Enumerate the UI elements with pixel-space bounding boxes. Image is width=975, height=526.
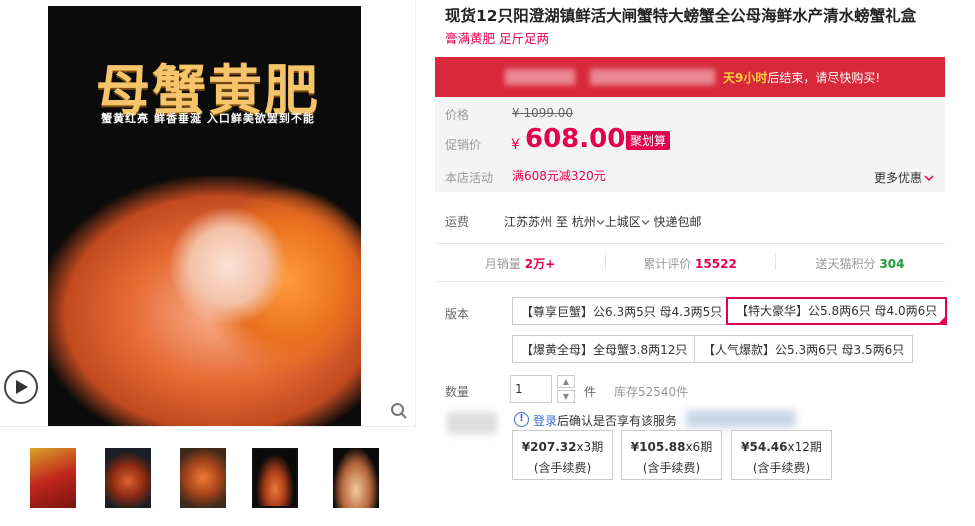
thumbnail-3[interactable]: [180, 448, 226, 508]
quantity-decrease-button[interactable]: ▼: [557, 390, 575, 403]
shipping-note: 快递包邮: [653, 215, 702, 229]
stock-count: 库存52540件: [614, 385, 689, 399]
blurred-label: [447, 412, 497, 434]
installment-option-3[interactable]: ¥207.32x3期 (含手续费): [512, 430, 613, 480]
thumbnail-strip: [0, 440, 415, 526]
quantity-input[interactable]: [510, 375, 552, 403]
version-option-1[interactable]: 【尊享巨蟹】公6.3两5只 母4.3两5只: [512, 297, 732, 325]
shipping-label: 运费: [445, 215, 470, 229]
blurred-service: [686, 410, 796, 428]
product-title: 现货12只阳澄湖镇鲜活大闸蟹特大螃蟹全公母海鲜水产清水螃蟹礼盒: [445, 7, 917, 25]
version-option-3[interactable]: 【爆黄全母】全母蟹3.8两12只: [512, 335, 697, 363]
shop-activity-label: 本店活动: [445, 171, 494, 185]
promo-countdown: 天9小时: [723, 71, 768, 85]
service-notice: 登录后确认是否享有该服务: [533, 414, 678, 428]
image-subtitle-art: 蟹黄红亮 鲜香垂涎 入口鲜美欲罢到不能: [101, 112, 315, 125]
selected-check-icon: [937, 315, 948, 325]
product-subtitle: 膏满黄肥 足斤足两: [445, 31, 549, 46]
currency-symbol: ¥: [511, 137, 520, 153]
chevron-down-icon: [924, 175, 934, 182]
info-icon: !: [514, 412, 529, 427]
promo-countdown-bar: 天9小时后结束，请尽快购买!: [435, 57, 945, 97]
installment-option-6[interactable]: ¥105.88x6期 (含手续费): [621, 430, 722, 480]
juhuasuan-badge: 聚划算: [626, 131, 671, 150]
tmall-points: 送天猫积分 304: [815, 257, 905, 271]
ship-to-word: 至: [555, 215, 568, 229]
quantity-unit: 件: [584, 385, 597, 399]
promo-message: 天9小时后结束，请尽快购买!: [723, 69, 880, 86]
price-label: 价格: [445, 108, 470, 122]
quantity-label: 数量: [445, 385, 470, 399]
login-link[interactable]: 登录: [533, 414, 557, 428]
play-video-button[interactable]: [4, 370, 38, 404]
version-label: 版本: [445, 307, 470, 321]
main-product-image[interactable]: 母蟹黄肥 蟹黄红亮 鲜香垂涎 入口鲜美欲罢到不能: [48, 6, 361, 426]
more-offers-link[interactable]: 更多优惠: [874, 169, 934, 186]
promo-price-label: 促销价: [445, 138, 482, 152]
ship-district-select[interactable]: 上城区: [605, 215, 650, 229]
price-box: 价格 ¥ 1099.00 促销价 ¥ 608.00 聚划算 本店活动 满608元…: [435, 97, 945, 192]
zoom-icon[interactable]: [390, 402, 408, 420]
ship-city-select[interactable]: 杭州: [572, 215, 605, 229]
thumbnail-5[interactable]: [333, 448, 379, 508]
promo-price: 608.00: [525, 124, 626, 154]
thumbnail-2[interactable]: [105, 448, 151, 508]
shop-activity: 满608元减320元: [512, 169, 606, 183]
installment-option-12[interactable]: ¥54.46x12期 (含手续费): [731, 430, 832, 480]
chevron-down-icon: [641, 220, 650, 225]
ship-from: 江苏苏州: [504, 215, 553, 229]
shipping-info: 江苏苏州 至 杭州 上城区 快递包邮: [504, 213, 702, 230]
thumbnail-4[interactable]: [252, 448, 298, 508]
monthly-sales: 月销量 2万+: [484, 257, 556, 271]
promo-suffix: 后结束，请尽快购买!: [767, 71, 881, 85]
sales-stats: 月销量 2万+ 累计评价 15522 送天猫积分 304: [435, 243, 945, 282]
play-icon: [16, 380, 28, 394]
thumbnail-1[interactable]: [30, 448, 76, 508]
original-price: ¥ 1099.00: [512, 106, 574, 120]
review-count[interactable]: 累计评价 15522: [605, 255, 775, 272]
version-option-4[interactable]: 【人气爆款】公5.3两6只 母3.5两6只: [694, 335, 914, 363]
chevron-down-icon: [596, 220, 605, 225]
quantity-increase-button[interactable]: ▲: [557, 375, 575, 388]
version-option-2-selected[interactable]: 【特大豪华】公5.8两6只 母4.0两6只: [726, 297, 948, 325]
